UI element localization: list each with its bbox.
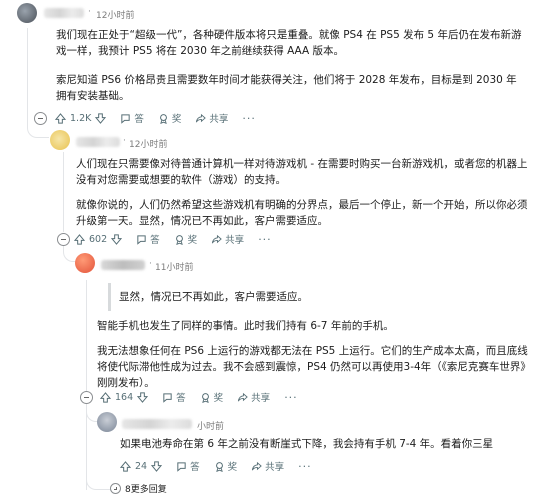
award-button[interactable]: 奖 bbox=[214, 459, 238, 473]
upvote-icon[interactable] bbox=[55, 112, 66, 124]
more-options-button[interactable]: ··· bbox=[284, 391, 298, 404]
award-button[interactable]: 奖 bbox=[200, 390, 224, 404]
comment-time: 12小时前 bbox=[96, 11, 135, 21]
comment-time: 小时前 bbox=[197, 422, 225, 432]
username[interactable] bbox=[122, 419, 192, 429]
share-icon bbox=[237, 392, 248, 403]
comment-paragraph: 我们现在正处于“超级一代”，各种硬件版本将只是重叠。就像 PS4 在 PS5 发… bbox=[56, 29, 522, 57]
vote-count: 164 bbox=[115, 391, 134, 403]
username[interactable] bbox=[101, 260, 145, 270]
share-icon bbox=[251, 461, 262, 472]
collapse-thread-toggle[interactable] bbox=[80, 391, 93, 404]
separator-dot: · bbox=[123, 136, 126, 146]
more-options-button[interactable]: ··· bbox=[242, 112, 256, 125]
award-icon bbox=[174, 234, 185, 245]
award-label: 奖 bbox=[213, 393, 224, 404]
share-button[interactable]: 共享 bbox=[195, 111, 228, 125]
more-options-button[interactable]: ··· bbox=[258, 233, 272, 246]
comment-paragraph: 索尼知道 PS6 价格昂贵且需要数年时间才能获得关注，他们将于 2028 年发布… bbox=[56, 74, 517, 102]
reply-label: 答 bbox=[150, 235, 160, 246]
share-icon bbox=[195, 113, 207, 124]
more-options-button[interactable]: ··· bbox=[298, 460, 312, 473]
more-replies-button[interactable]: 8更多回复 bbox=[110, 482, 167, 495]
comment-icon bbox=[176, 461, 187, 472]
share-label: 共享 bbox=[225, 235, 245, 246]
comment-time: 11小时前 bbox=[155, 263, 194, 273]
award-label: 奖 bbox=[187, 235, 198, 246]
downvote-icon[interactable] bbox=[151, 460, 163, 472]
reply-label: 答 bbox=[190, 462, 200, 473]
comment-paragraph: 如果电池寿命在第 6 年之前没有断崖式下降，我会持有手机 7-4 年。看着你三星 bbox=[120, 438, 494, 450]
downvote-icon[interactable] bbox=[95, 112, 107, 124]
reply-label: 答 bbox=[176, 393, 186, 404]
comment-icon bbox=[120, 113, 131, 124]
more-icon: ··· bbox=[298, 459, 312, 473]
separator-dot: · bbox=[88, 7, 91, 17]
comment-actions: 164 答 奖 共享 ··· bbox=[100, 389, 312, 405]
username[interactable] bbox=[44, 8, 84, 18]
share-label: 共享 bbox=[209, 114, 229, 125]
collapse-thread-toggle[interactable] bbox=[34, 112, 47, 125]
award-label: 奖 bbox=[227, 462, 238, 473]
award-icon bbox=[200, 392, 211, 403]
thread-line[interactable] bbox=[86, 280, 87, 392]
comment-paragraph: 我无法想象任何在 PS6 上运行的游戏都无法在 PS5 上运行。它们的生产成本太… bbox=[97, 345, 531, 389]
more-replies-label: 8更多回复 bbox=[125, 485, 167, 495]
avatar[interactable] bbox=[97, 412, 117, 432]
avatar[interactable] bbox=[50, 130, 70, 150]
comment-time: 12小时前 bbox=[129, 140, 168, 150]
quoted-text: 显然，情况已不再如此，客户需要适应。 bbox=[108, 283, 528, 311]
award-icon bbox=[158, 113, 169, 124]
reply-button[interactable]: 答 bbox=[162, 390, 186, 404]
comment-icon bbox=[162, 392, 173, 403]
comment-actions: 602 答 奖 共享 ··· bbox=[74, 231, 286, 247]
downvote-icon[interactable] bbox=[137, 391, 149, 403]
award-button[interactable]: 奖 bbox=[158, 111, 182, 125]
more-icon: ··· bbox=[242, 111, 256, 125]
separator-dot: · bbox=[149, 259, 152, 269]
username[interactable] bbox=[76, 137, 120, 147]
comment-paragraph: 人们现在只需要像对待普通计算机一样对待游戏机 - 在需要时购买一台新游戏机，或者… bbox=[76, 158, 528, 186]
vote-group: 24 bbox=[120, 460, 163, 472]
reply-button[interactable]: 答 bbox=[176, 459, 200, 473]
award-label: 奖 bbox=[171, 114, 182, 125]
award-button[interactable]: 奖 bbox=[174, 232, 198, 246]
share-button[interactable]: 共享 bbox=[251, 459, 284, 473]
thread-connector bbox=[86, 478, 110, 490]
share-label: 共享 bbox=[251, 393, 271, 404]
upvote-icon[interactable] bbox=[120, 460, 131, 472]
avatar[interactable] bbox=[17, 3, 37, 23]
reply-button[interactable]: 答 bbox=[136, 232, 160, 246]
share-label: 共享 bbox=[265, 462, 285, 473]
vote-count: 602 bbox=[89, 233, 108, 245]
share-button[interactable]: 共享 bbox=[211, 232, 244, 246]
thread-line[interactable] bbox=[63, 152, 64, 232]
reply-label: 答 bbox=[134, 114, 144, 125]
expand-icon bbox=[110, 483, 121, 494]
upvote-icon[interactable] bbox=[100, 391, 111, 403]
more-icon: ··· bbox=[258, 232, 272, 246]
downvote-icon[interactable] bbox=[111, 233, 123, 245]
comment-actions: 24 答 奖 共享 ··· bbox=[120, 458, 326, 474]
thread-line[interactable] bbox=[27, 28, 28, 123]
reply-button[interactable]: 答 bbox=[120, 111, 144, 125]
share-button[interactable]: 共享 bbox=[237, 390, 270, 404]
comment-actions: 1.2K 答 奖 共享 ··· bbox=[55, 110, 270, 126]
comment-paragraph: 就像你说的，人们仍然希望这些游戏机有明确的分界点，最后一个停止，新一个开始，所以… bbox=[76, 199, 528, 227]
vote-group: 1.2K bbox=[55, 112, 107, 124]
more-icon: ··· bbox=[284, 390, 298, 404]
vote-group: 602 bbox=[74, 233, 123, 245]
comment-paragraph: 智能手机也发生了同样的事情。此时我们持有 6-7 年前的手机。 bbox=[97, 320, 394, 332]
vote-count: 24 bbox=[135, 460, 148, 472]
vote-group: 164 bbox=[100, 391, 149, 403]
upvote-icon[interactable] bbox=[74, 233, 85, 245]
vote-count: 1.2K bbox=[70, 112, 92, 124]
comment-icon bbox=[136, 234, 147, 245]
collapse-thread-toggle[interactable] bbox=[57, 233, 70, 246]
avatar[interactable] bbox=[75, 253, 95, 273]
share-icon bbox=[211, 234, 222, 245]
award-icon bbox=[214, 461, 225, 472]
